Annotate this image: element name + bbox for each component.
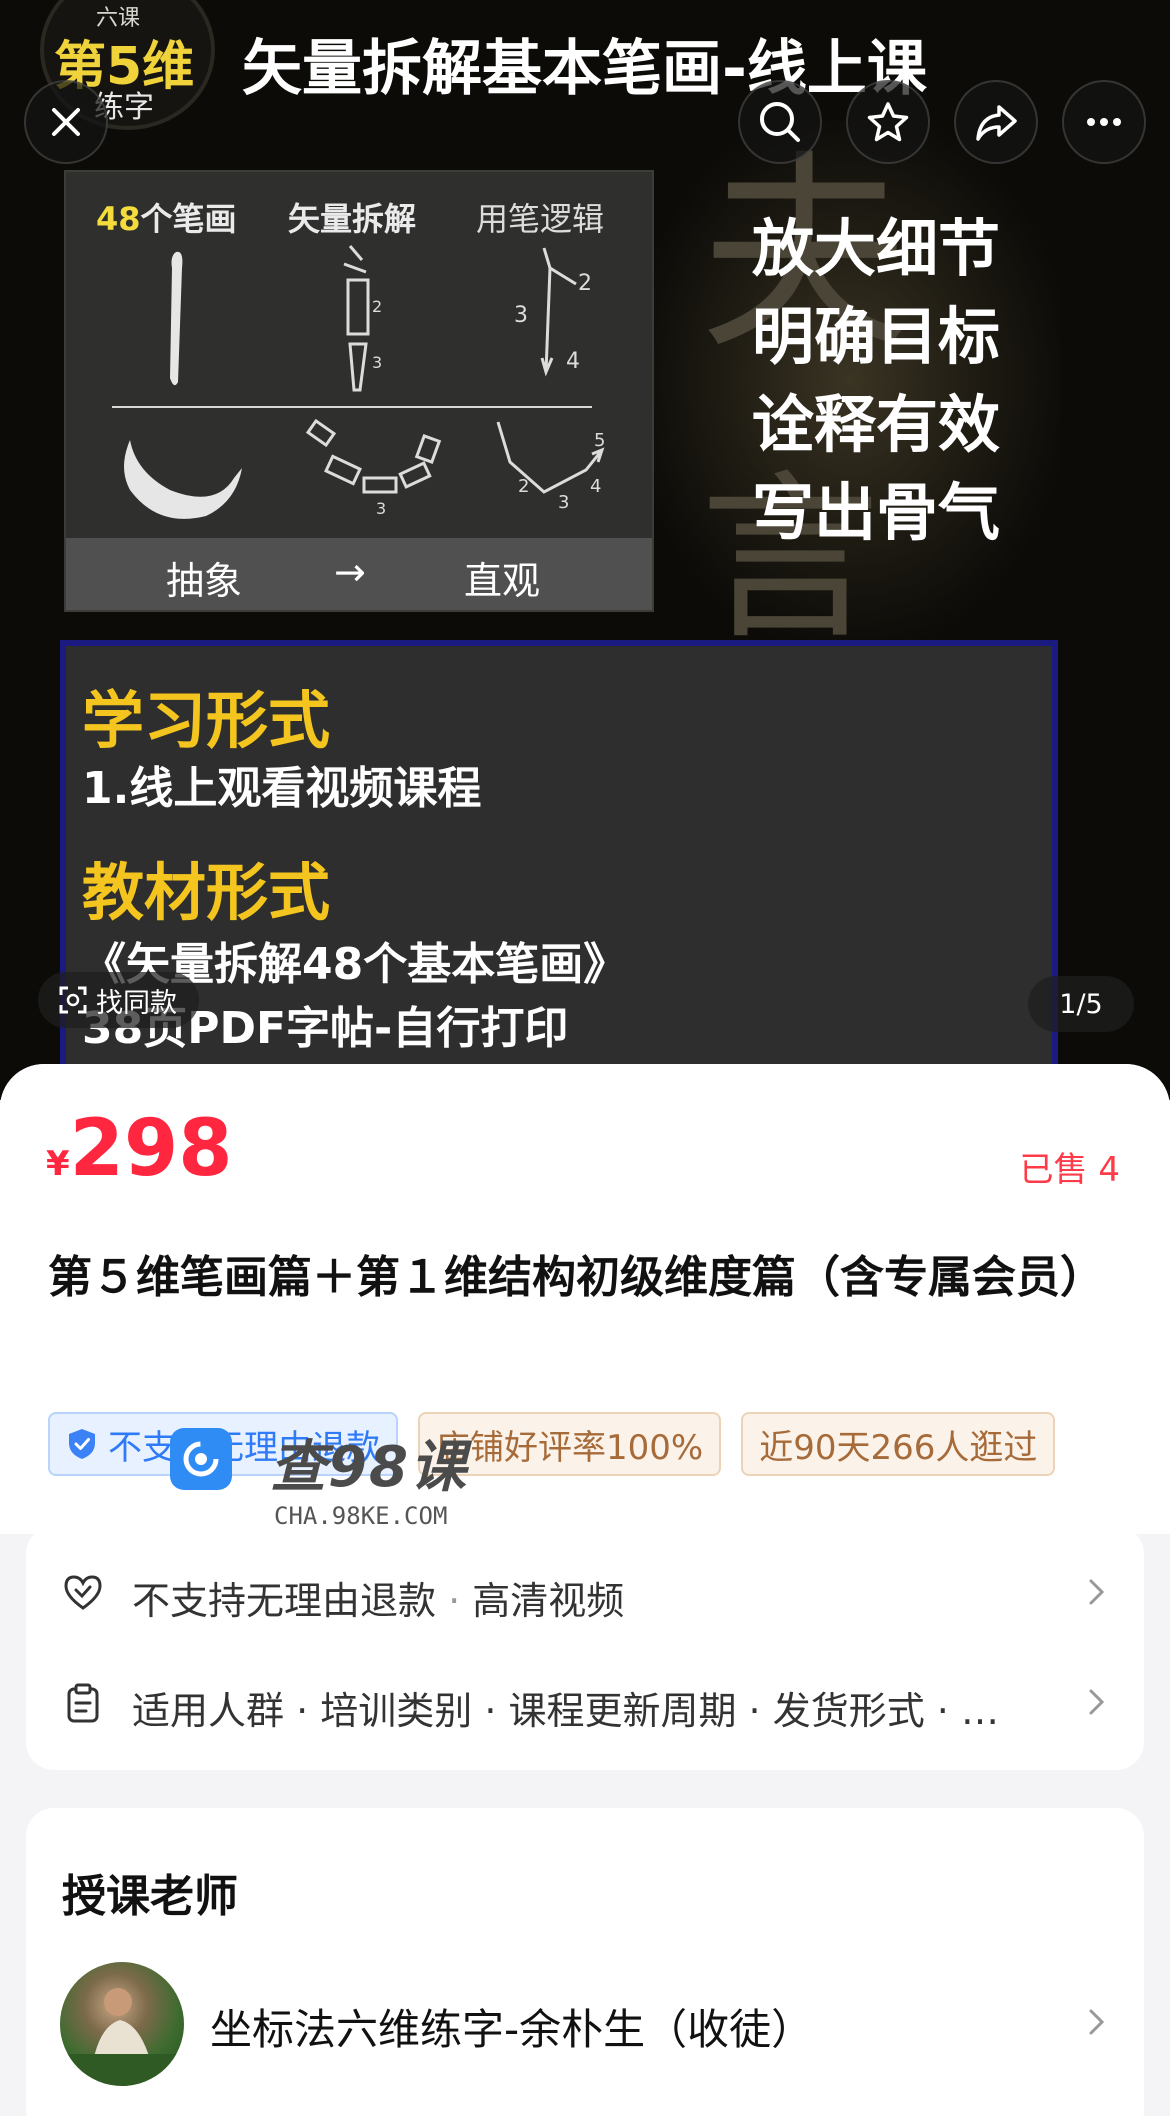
page-indicator: 1/5 (1028, 976, 1134, 1032)
hero-title: 矢量拆解基本笔画-线上课 (242, 34, 927, 104)
svg-text:4: 4 (590, 476, 601, 497)
find-same-button[interactable]: 找同款 (38, 972, 199, 1028)
more-button[interactable] (1062, 80, 1146, 164)
course-params-row[interactable]: 适用人群 · 培训类别 · 课程更新周期 · 发货形式 · … (26, 1646, 1144, 1756)
price-currency: ¥ (46, 1144, 70, 1184)
scan-icon (59, 986, 87, 1014)
product-image-carousel[interactable]: 夫 言 六课 第5维 练字 矢量拆解基本笔画-线上课 48个笔画 矢量拆解 用笔… (0, 0, 1170, 1100)
chevron-right-icon (1089, 1579, 1105, 1605)
product-summary: ¥298 已售 4 第５维笔画篇＋第１维结构初级维度篇（含专属会员） 不支持无理… (0, 1064, 1170, 1534)
course-params-text: 适用人群 · 培训类别 · 课程更新周期 · 发货形式 · … (132, 1689, 999, 1733)
teacher-name[interactable]: 坐标法六维练字-余朴生（收徒） (210, 1996, 813, 2057)
promo-line: 写出骨气 (752, 476, 1001, 549)
stroke-diagram-panel: 48个笔画 矢量拆解 用笔逻辑 2 3 2 3 4 3 2 3 4 5 抽象 →… (64, 170, 654, 612)
sold-count: 已售 4 (1019, 1150, 1120, 1190)
watermark-name: 查98课 (270, 1435, 468, 1500)
svg-text:5: 5 (594, 430, 605, 451)
price: ¥298 (46, 1104, 233, 1194)
material-format-heading: 教材形式 (82, 856, 331, 929)
search-button[interactable] (738, 80, 822, 164)
price-value: 298 (69, 1104, 233, 1194)
heart-check-icon (64, 1575, 102, 1610)
more-icon (1087, 118, 1121, 126)
promo-line: 明确目标 (752, 300, 1001, 373)
panel-footer: 抽象 → 直观 (66, 538, 652, 610)
svg-text:2: 2 (518, 476, 529, 497)
share-icon (976, 105, 1017, 141)
watermark-logo-icon (170, 1428, 232, 1490)
promo-line: 诠释有效 (752, 388, 1001, 461)
product-detail-sheet: ¥298 已售 4 第５维笔画篇＋第１维结构初级维度篇（含专属会员） 不支持无理… (0, 1064, 1170, 2116)
svg-text:3: 3 (372, 353, 382, 372)
clipboard-icon (67, 1683, 99, 1723)
share-button[interactable] (954, 80, 1038, 164)
learning-format-heading: 学习形式 (82, 684, 331, 757)
teacher-card: 授课老师 坐标法六维练字-余朴生（收徒） (26, 1808, 1144, 2116)
watermark: 查98课 CHA.98KE.COM (170, 1428, 470, 1538)
tag-label: 近90天266人逛过 (759, 1427, 1038, 1468)
favorite-button[interactable] (846, 80, 930, 164)
svg-text:3: 3 (514, 303, 528, 328)
close-button[interactable] (24, 80, 108, 164)
footer-abstract: 抽象 (166, 559, 243, 603)
chevron-right-icon[interactable] (1078, 2004, 1114, 2040)
chevron-right-icon (1089, 1689, 1105, 1715)
teacher-avatar[interactable] (60, 1962, 184, 2086)
product-title: 第５维笔画篇＋第１维结构初级维度篇（含专属会员） (48, 1252, 1104, 1303)
footer-intuitive: 直观 (464, 559, 541, 603)
search-icon (760, 102, 800, 142)
svg-text:2: 2 (578, 271, 592, 296)
svg-text:4: 4 (566, 349, 580, 374)
shield-icon (69, 1429, 95, 1459)
promo-line: 放大细节 (752, 212, 1001, 285)
footer-arrow: → (334, 550, 366, 594)
close-icon (52, 108, 80, 136)
tag-label: 店铺好评率100% (436, 1427, 704, 1468)
svg-text:2: 2 (372, 297, 382, 316)
service-guarantee-row[interactable]: 不支持无理由退款 · 高清视频 (26, 1536, 1144, 1646)
panel-divider (112, 406, 592, 408)
service-guarantee-text: 不支持无理由退款 · 高清视频 (132, 1579, 625, 1623)
star-icon (867, 102, 909, 142)
svg-text:3: 3 (558, 492, 569, 513)
teacher-section-title: 授课老师 (62, 1871, 238, 1922)
service-info-card: 不支持无理由退款 · 高清视频 适用人群 · 培训类别 · 课程更新周期 · 发… (26, 1526, 1144, 1770)
learning-format-text: 1.线上观看视频课程 (82, 763, 482, 814)
learning-format-panel: 学习形式 1.线上观看视频课程 教材形式 《矢量拆解48个基本笔画》 38页PD… (60, 640, 1058, 1100)
svg-text:3: 3 (376, 499, 386, 518)
tag-recent-visits[interactable]: 近90天266人逛过 (741, 1412, 1056, 1476)
find-same-label: 找同款 (96, 987, 177, 1019)
